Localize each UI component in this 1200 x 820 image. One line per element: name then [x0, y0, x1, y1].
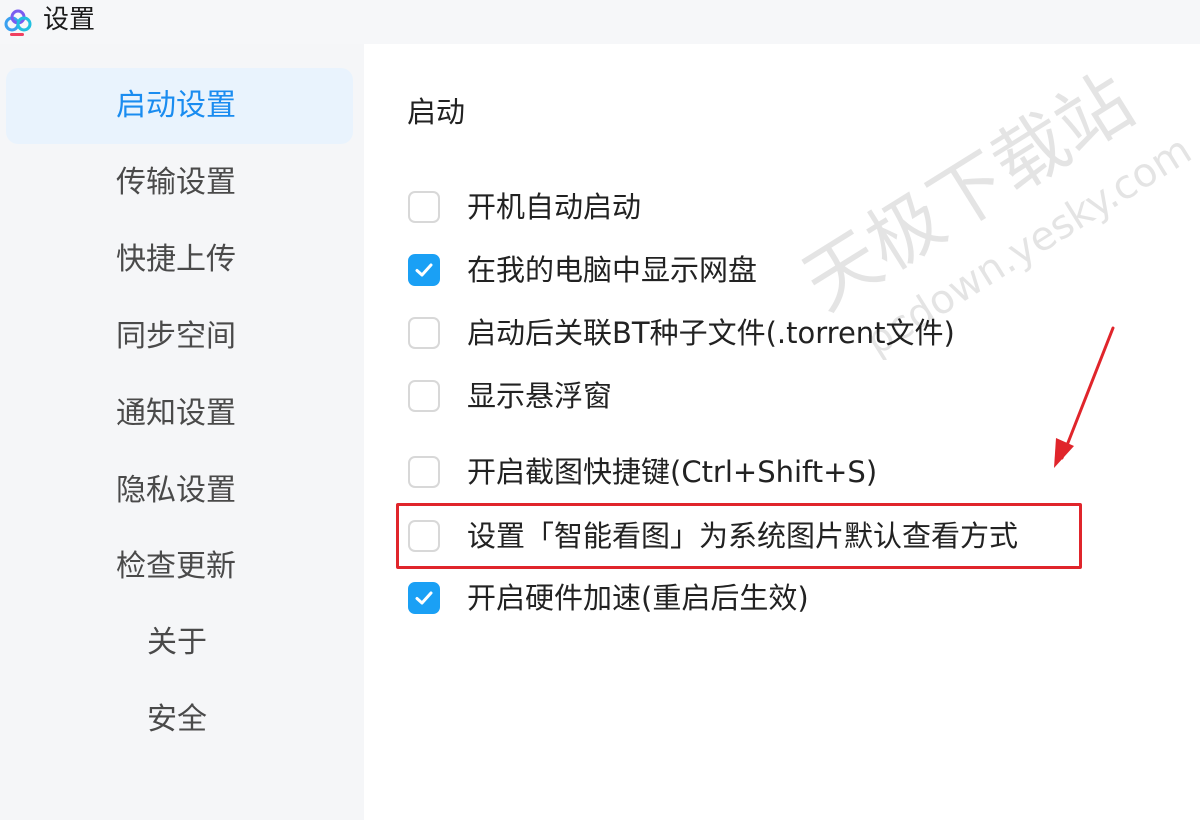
option-label: 开启截图快捷键(Ctrl+Shift+S) [467, 455, 878, 489]
checkbox[interactable] [408, 191, 440, 223]
checkbox[interactable] [408, 254, 440, 286]
sidebar-item-quick-upload[interactable]: 快捷上传 [6, 222, 353, 298]
sidebar-item-sync-space[interactable]: 同步空间 [6, 299, 353, 375]
check-icon [415, 591, 433, 605]
sidebar-item-label: 检查更新 [116, 549, 236, 584]
option-label: 开启硬件加速(重启后生效) [467, 581, 809, 615]
checkbox[interactable] [408, 380, 440, 412]
sidebar-item-about[interactable]: 关于 [6, 605, 353, 681]
checkbox[interactable] [408, 520, 440, 552]
option-label: 启动后关联BT种子文件(.torrent文件) [467, 316, 955, 350]
sidebar-item-label: 启动设置 [116, 88, 236, 123]
sidebar-item-label: 同步空间 [116, 319, 236, 354]
option-label: 显示悬浮窗 [467, 379, 613, 413]
sidebar-item-label: 传输设置 [116, 165, 236, 200]
sidebar-item-startup-settings[interactable]: 启动设置 [6, 68, 353, 144]
title-bar: 设置 [0, 0, 1200, 44]
option-show-in-my-computer[interactable]: 在我的电脑中显示网盘 [408, 250, 757, 290]
sidebar-item-transfer-settings[interactable]: 传输设置 [6, 145, 353, 221]
sidebar-item-check-updates[interactable]: 检查更新 [6, 529, 353, 605]
option-smart-image-viewer-default[interactable]: 设置「智能看图」为系统图片默认查看方式 [408, 516, 1018, 556]
sidebar-item-security[interactable]: 安全 [6, 682, 353, 758]
sidebar-item-label: 关于 [147, 625, 207, 660]
window-title: 设置 [43, 5, 96, 35]
settings-sidebar: 启动设置 传输设置 快捷上传 同步空间 通知设置 隐私设置 检查更新 关于 安全 [0, 44, 364, 820]
option-hardware-acceleration[interactable]: 开启硬件加速(重启后生效) [408, 578, 809, 618]
sidebar-item-label: 隐私设置 [116, 473, 236, 508]
option-auto-start[interactable]: 开机自动启动 [408, 187, 641, 227]
checkbox[interactable] [408, 582, 440, 614]
option-label: 开机自动启动 [467, 190, 642, 224]
section-title: 启动 [407, 95, 466, 129]
settings-content: 启动 开机自动启动 在我的电脑中显示网盘 启动后关联BT种子文件(.torren… [364, 44, 1200, 820]
sidebar-item-privacy-settings[interactable]: 隐私设置 [6, 453, 353, 529]
cloud-logo-icon [4, 9, 32, 36]
option-associate-bt-files[interactable]: 启动后关联BT种子文件(.torrent文件) [408, 313, 955, 353]
checkbox[interactable] [408, 317, 440, 349]
option-floating-window[interactable]: 显示悬浮窗 [408, 376, 612, 416]
option-label: 在我的电脑中显示网盘 [467, 253, 758, 287]
option-label: 设置「智能看图」为系统图片默认查看方式 [467, 519, 1019, 553]
sidebar-item-label: 安全 [147, 702, 207, 737]
sidebar-item-label: 快捷上传 [116, 242, 236, 277]
sidebar-item-label: 通知设置 [116, 396, 236, 431]
checkbox[interactable] [408, 456, 440, 488]
option-screenshot-shortcut[interactable]: 开启截图快捷键(Ctrl+Shift+S) [408, 452, 877, 492]
check-icon [415, 263, 433, 277]
sidebar-item-notification-settings[interactable]: 通知设置 [6, 376, 353, 452]
